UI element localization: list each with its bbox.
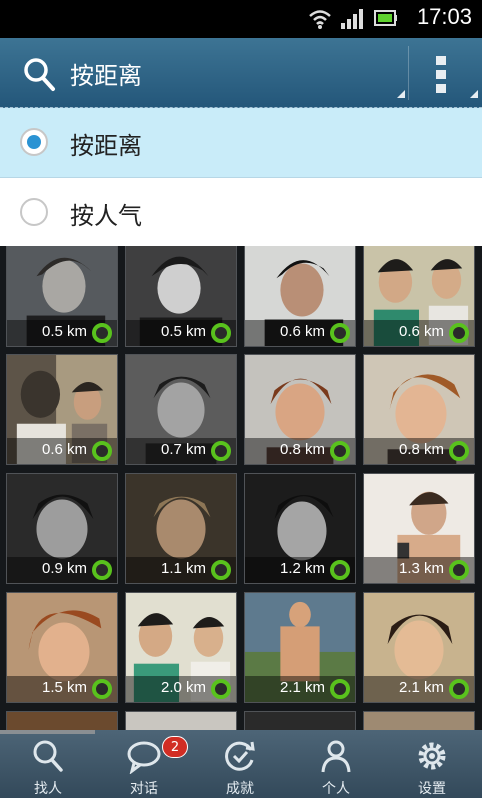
unread-badge: 2 (162, 736, 188, 758)
person-tile[interactable]: 0.8 km (363, 354, 475, 465)
person-tile[interactable]: 0.6 km (244, 246, 356, 347)
online-status-icon (211, 679, 231, 699)
radio-selected-icon[interactable] (20, 128, 48, 156)
divider (408, 46, 409, 100)
nav-label: 设置 (418, 781, 446, 797)
online-status-icon (92, 560, 112, 580)
distance-label: 0.7 km (160, 441, 206, 458)
person-tile[interactable]: 0.5 km (125, 246, 237, 347)
person-icon (321, 740, 351, 773)
person-tile[interactable]: 0.8 km (244, 354, 356, 465)
person-tile[interactable]: 0.5 km (6, 246, 118, 347)
online-status-icon (330, 679, 350, 699)
sort-spinner[interactable]: 按距离 (0, 38, 408, 108)
distance-label: 2.0 km (160, 679, 206, 696)
sort-dropdown: 按距离 按人气 (0, 108, 482, 246)
person-tile[interactable]: 1.2 km (244, 473, 356, 584)
online-status-icon (211, 441, 231, 461)
nav-label: 找人 (34, 781, 62, 797)
person-tile[interactable]: 0.9 km (6, 473, 118, 584)
sort-option-label: 按人气 (70, 202, 142, 230)
online-status-icon (211, 323, 231, 343)
distance-label: 0.5 km (160, 323, 206, 340)
spinner-corner-icon (397, 90, 405, 98)
distance-label: 2.1 km (398, 679, 444, 696)
person-tile[interactable] (363, 711, 475, 730)
sort-option-label: 按距离 (70, 132, 142, 160)
wifi-icon (309, 10, 331, 29)
person-tile[interactable]: 2.0 km (125, 592, 237, 703)
people-grid: 0.5 km 0.5 km 0.6 km 0.6 km 0.6 km 0.7 k… (0, 246, 482, 730)
battery-icon (374, 10, 397, 26)
scroll-indicator (0, 730, 95, 734)
online-status-icon (330, 560, 350, 580)
person-tile[interactable]: 0.6 km (363, 246, 475, 347)
online-status-icon (330, 441, 350, 461)
distance-label: 0.8 km (398, 441, 444, 458)
search-icon (24, 58, 55, 91)
person-tile[interactable]: 0.6 km (6, 354, 118, 465)
distance-label: 0.6 km (41, 441, 87, 458)
person-tile[interactable]: 1.5 km (6, 592, 118, 703)
online-status-icon (449, 441, 469, 461)
person-tile[interactable] (125, 711, 237, 730)
online-status-icon (449, 323, 469, 343)
status-time: 17:03 (416, 4, 472, 29)
radio-unselected-icon[interactable] (20, 198, 48, 226)
search-icon (33, 740, 63, 772)
nav-item-profile[interactable]: 个人 (288, 730, 384, 798)
distance-label: 2.1 km (279, 679, 325, 696)
action-bar: 按距离 (0, 38, 482, 108)
action-title: 按距离 (70, 62, 142, 90)
person-tile[interactable]: 1.3 km (363, 473, 475, 584)
nav-item-find-people[interactable]: 找人 (0, 730, 96, 798)
person-tile[interactable] (6, 711, 118, 730)
person-tile[interactable]: 2.1 km (244, 592, 356, 703)
distance-label: 0.8 km (279, 441, 325, 458)
online-status-icon (92, 441, 112, 461)
distance-label: 1.3 km (398, 560, 444, 577)
online-status-icon (449, 560, 469, 580)
distance-label: 1.2 km (279, 560, 325, 577)
refresh-check-icon (225, 741, 255, 771)
online-status-icon (449, 679, 469, 699)
nav-item-settings[interactable]: 设置 (384, 730, 480, 798)
distance-label: 1.1 km (160, 560, 206, 577)
nav-label: 个人 (322, 781, 350, 797)
gear-icon (418, 742, 446, 770)
person-tile[interactable]: 1.1 km (125, 473, 237, 584)
sort-option-popularity[interactable]: 按人气 (0, 177, 482, 246)
person-tile[interactable] (244, 711, 356, 730)
person-tile[interactable]: 0.7 km (125, 354, 237, 465)
online-status-icon (92, 679, 112, 699)
distance-label: 0.9 km (41, 560, 87, 577)
sort-option-distance[interactable]: 按距离 (0, 108, 482, 177)
overflow-corner-icon (470, 90, 478, 98)
distance-label: 1.5 km (41, 679, 87, 696)
signal-icon (341, 9, 363, 29)
nav-label: 对话 (130, 781, 158, 797)
distance-label: 0.6 km (279, 323, 325, 340)
online-status-icon (330, 323, 350, 343)
online-status-icon (92, 323, 112, 343)
person-tile[interactable]: 2.1 km (363, 592, 475, 703)
status-bar: 17:03 (0, 0, 482, 38)
distance-label: 0.5 km (41, 323, 87, 340)
distance-label: 0.6 km (398, 323, 444, 340)
chat-icon (127, 741, 161, 774)
bottom-nav: 找人 对话 2 成就 个人 设置 (0, 730, 482, 798)
nav-item-achievements[interactable]: 成就 (192, 730, 288, 798)
online-status-icon (211, 560, 231, 580)
nav-label: 成就 (226, 781, 254, 797)
